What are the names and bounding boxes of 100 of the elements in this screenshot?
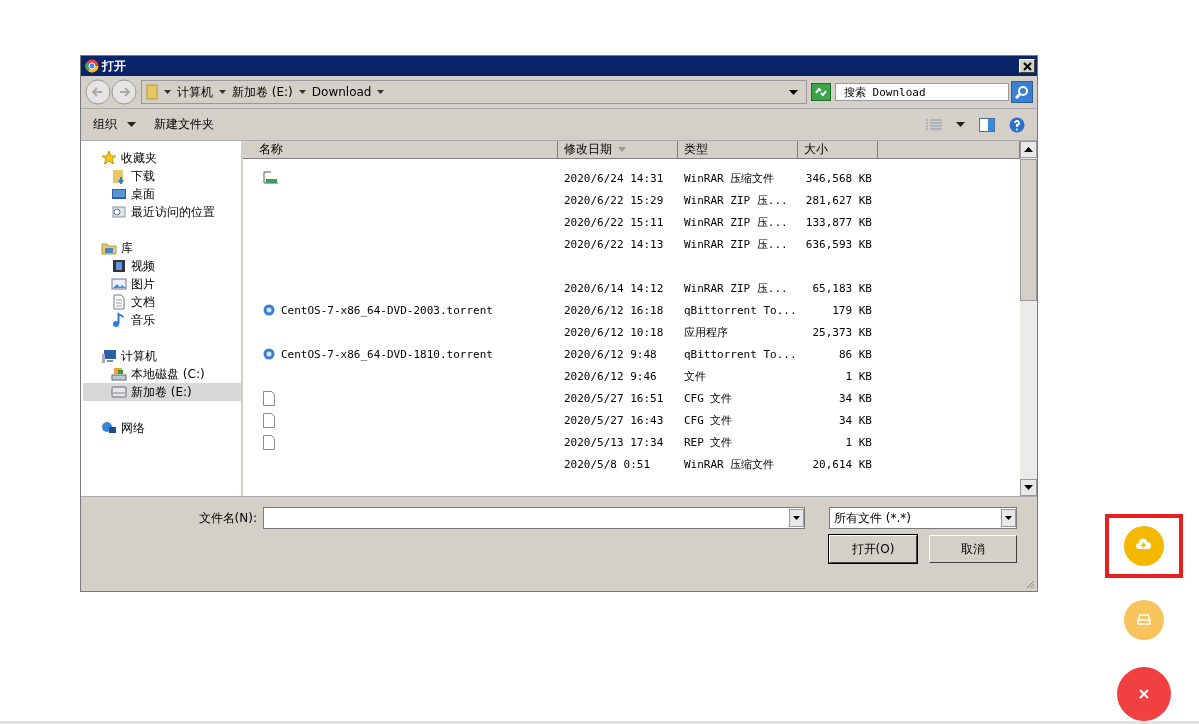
- torrent-file-icon: [263, 304, 275, 316]
- date-cell-text: 2020/6/22 15:11: [563, 215, 665, 229]
- computer-icon: [101, 348, 117, 364]
- size-cell-text: 281,627 KB: [804, 193, 873, 207]
- close-button[interactable]: [1019, 59, 1035, 73]
- column-header[interactable]: 大小: [798, 141, 878, 159]
- breadcrumb-item[interactable]: 计算机: [177, 83, 213, 101]
- size-cell-text: 34 KB: [837, 391, 873, 405]
- scroll-down-icon[interactable]: [1020, 479, 1037, 496]
- sidebar-item[interactable]: 下载: [83, 167, 241, 185]
- sidebar-item[interactable]: 文档: [83, 293, 241, 311]
- type-cell-text: qBittorrent To...: [683, 347, 798, 361]
- help-icon[interactable]: [1009, 116, 1025, 133]
- size-cell-text: 34 KB: [837, 413, 873, 427]
- type-cell-text: qBittorrent To...: [683, 303, 798, 317]
- organize-menu[interactable]: 组织: [91, 116, 138, 133]
- size-cell-text: 179 KB: [831, 303, 873, 317]
- monitor-icon: [111, 186, 127, 202]
- column-header[interactable]: 类型: [678, 141, 798, 159]
- date-cell-text: 2020/6/24 14:31: [563, 171, 665, 185]
- type-cell-text: REP 文件: [683, 434, 734, 450]
- type-cell-text: 文件: [683, 368, 707, 384]
- open-button[interactable]: 打开(O): [829, 535, 917, 563]
- resize-grip-icon[interactable]: [1025, 579, 1035, 589]
- file-type-dropdown[interactable]: 所有文件 (*.*): [829, 507, 1017, 529]
- size-cell-text: 1 KB: [844, 369, 873, 383]
- column-header[interactable]: 修改日期: [558, 141, 678, 159]
- size-cell-text: 86 KB: [837, 347, 873, 361]
- type-cell-text: WinRAR ZIP 压...: [683, 236, 789, 252]
- folder-icon: [101, 240, 117, 256]
- type-cell-text: WinRAR ZIP 压...: [683, 280, 789, 296]
- blank-file-icon: [263, 412, 275, 428]
- file-name: CentOS-7-x86_64-DVD-2003.torrent: [281, 303, 493, 317]
- sidebar-item[interactable]: 计算机: [83, 347, 241, 365]
- type-cell-text: WinRAR 压缩文件: [683, 456, 776, 472]
- caret-icon[interactable]: [298, 89, 306, 95]
- sort-arrow-icon: [618, 147, 626, 152]
- sidebar-item[interactable]: 网络: [83, 419, 241, 437]
- archive-file-icon: [263, 171, 279, 185]
- blank-file-icon: [263, 434, 275, 450]
- date-cell-text: 2020/6/12 9:48: [563, 347, 658, 361]
- window-title: 打开: [102, 57, 126, 75]
- blank-file-icon: [263, 390, 275, 406]
- filename-label: 文件名(N):: [198, 509, 257, 527]
- refresh-icon[interactable]: [811, 83, 831, 101]
- torrent-file-icon: [263, 348, 275, 360]
- scrollbar[interactable]: [1020, 141, 1037, 496]
- type-cell-text: WinRAR ZIP 压...: [683, 214, 789, 230]
- folder-icon: [146, 84, 158, 100]
- browser-logo-icon: [85, 59, 99, 73]
- date-cell-text: 2020/6/12 16:18: [563, 303, 665, 317]
- music-note-icon: [111, 312, 127, 328]
- caret-icon[interactable]: [377, 89, 385, 95]
- cancel-button[interactable]: 取消: [929, 535, 1017, 563]
- type-cell-text: WinRAR 压缩文件: [683, 170, 776, 186]
- date-cell-text: 2020/6/14 14:12: [563, 281, 665, 295]
- scroll-thumb[interactable]: [1020, 159, 1037, 301]
- type-cell-text: 应用程序: [683, 324, 729, 340]
- sidebar-item[interactable]: 图片: [83, 275, 241, 293]
- sidebar-item[interactable]: 库: [83, 239, 241, 257]
- column-header[interactable]: 名称: [243, 141, 558, 159]
- toolbar-button[interactable]: 新建文件夹: [152, 116, 216, 133]
- sidebar-item[interactable]: 最近访问的位置: [83, 203, 241, 221]
- size-cell-text: 1 KB: [844, 435, 873, 449]
- search-icon: [1015, 85, 1029, 99]
- caret-icon: [127, 122, 136, 127]
- caret-icon[interactable]: [164, 89, 171, 95]
- drive-icon: [111, 384, 127, 400]
- date-cell-text: 2020/6/22 14:13: [563, 237, 665, 251]
- filename-field[interactable]: [263, 507, 805, 529]
- close-icon: [1022, 61, 1032, 71]
- search-field[interactable]: 搜索 Download: [835, 83, 1009, 101]
- folder-icon: [111, 168, 127, 184]
- address-field[interactable]: 计算机 新加卷 (E:) Download: [141, 80, 807, 104]
- sidebar-item[interactable]: 本地磁盘 (C:): [83, 365, 241, 383]
- preview-pane-icon[interactable]: [979, 117, 995, 132]
- caret-icon[interactable]: [956, 122, 965, 127]
- date-cell-text: 2020/5/13 17:34: [563, 435, 665, 449]
- breadcrumb-item[interactable]: Download: [311, 85, 372, 99]
- sidebar-item[interactable]: 音乐: [83, 311, 241, 329]
- date-cell-text: 2020/5/27 16:51: [563, 391, 665, 405]
- sidebar-item[interactable]: 收藏夹: [83, 149, 241, 167]
- globe-icon: [101, 420, 117, 436]
- type-cell-text: CFG 文件: [683, 412, 734, 428]
- sidebar-item[interactable]: 桌面: [83, 185, 241, 203]
- caret-icon[interactable]: [219, 89, 226, 95]
- scroll-up-icon[interactable]: [1020, 141, 1037, 158]
- size-cell-text: 636,593 KB: [804, 237, 873, 251]
- picture-icon: [111, 276, 127, 292]
- size-cell-text: 346,568 KB: [804, 171, 873, 185]
- dropdown-arrow-icon[interactable]: [789, 89, 798, 95]
- sidebar-item[interactable]: 新加卷 (E:): [83, 383, 241, 401]
- floating-button[interactable]: [1117, 667, 1171, 721]
- breadcrumb-item[interactable]: 新加卷 (E:): [232, 83, 293, 101]
- drive-icon: [111, 366, 127, 382]
- size-cell-text: 20,614 KB: [811, 457, 873, 471]
- date-cell-text: 2020/5/8 0:51: [563, 457, 652, 471]
- search-button[interactable]: [1011, 81, 1033, 103]
- sidebar-item[interactable]: 视频: [83, 257, 241, 275]
- date-cell-text: 2020/5/27 16:43: [563, 413, 665, 427]
